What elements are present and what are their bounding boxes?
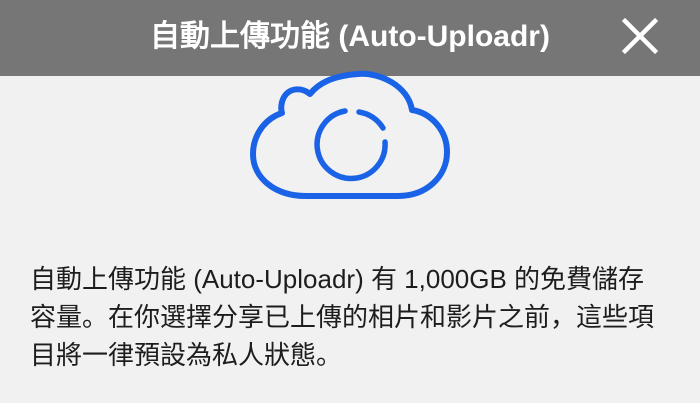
close-button[interactable] — [614, 12, 666, 64]
auto-uploadr-screen: 自動上傳功能 (Auto-Uploadr) 自動上傳功能 (Auto-Uploa… — [0, 0, 700, 403]
cloud-sync-illustration — [248, 66, 452, 202]
description-text: 自動上傳功能 (Auto-Uploadr) 有 1,000GB 的免費儲存容量。… — [30, 264, 655, 370]
page-title: 自動上傳功能 (Auto-Uploadr) — [150, 20, 550, 53]
header-bar: 自動上傳功能 (Auto-Uploadr) — [0, 0, 700, 76]
cloud-sync-icon — [250, 70, 450, 199]
close-icon — [621, 17, 659, 55]
